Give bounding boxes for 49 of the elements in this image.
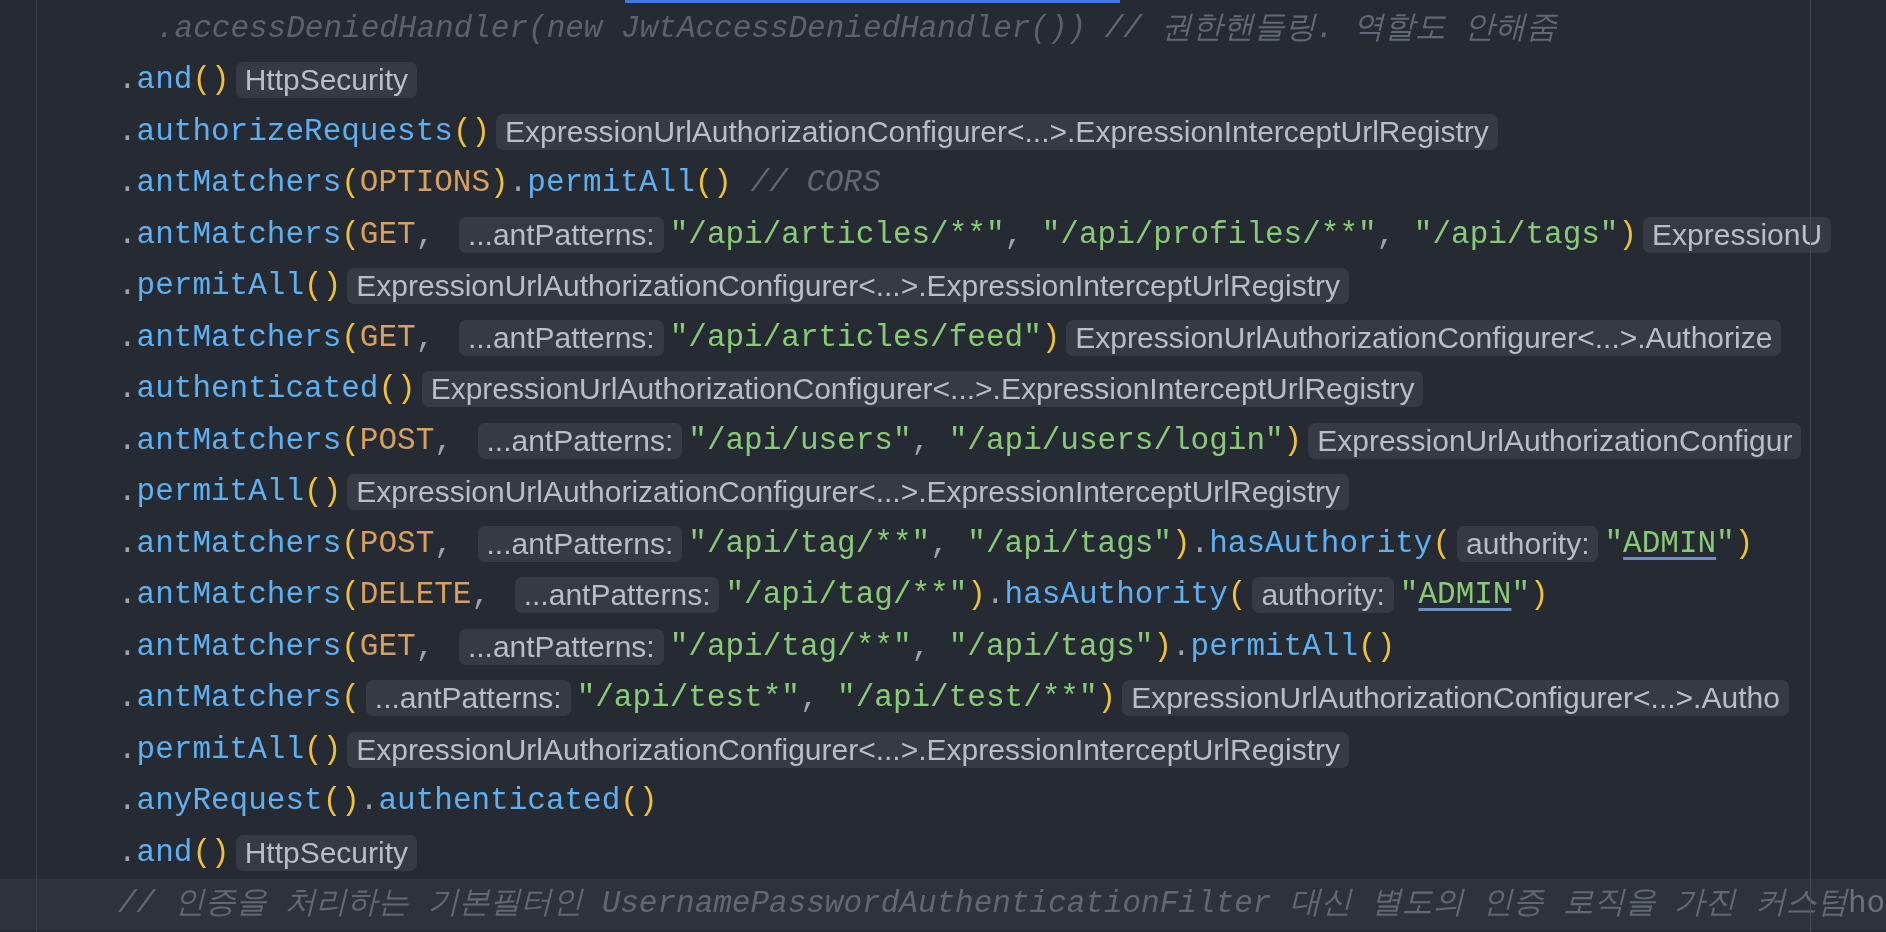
inlay-hint: ...antPatterns:: [514, 577, 720, 614]
inlay-hint: ...antPatterns:: [458, 628, 664, 665]
inlay-hint: ExpressionUrlAuthorizationConfigur: [1308, 422, 1802, 459]
inlay-hint: ...antPatterns:: [365, 680, 571, 717]
inlay-hint: ...antPatterns:: [477, 525, 683, 562]
inlay-hint: HttpSecurity: [235, 62, 418, 99]
code-text: "/api/articles/**", "/api/profiles/**", "/api/tags"): [669, 215, 1638, 254]
inlay-hint: ExpressionUrlAuthorizationConfigurer<...>.Autho: [1122, 680, 1789, 717]
code-text: "/api/tag/**").hasAuthority(: [725, 576, 1247, 614]
code-text: .and(): [118, 833, 230, 872]
code-text: .permitAll(): [118, 267, 342, 305]
inlay-hint: ...antPatterns:: [477, 422, 683, 459]
code-text: // 인증을 처리하는 기본필터인 UsernamePasswordAuthenticationFilter 대신 별도의 인증 로직을 가진: [118, 885, 1738, 923]
inlay-hint: ...antPatterns:: [458, 216, 664, 253]
code-text: 커스텀: [1754, 885, 1848, 923]
inlay-hint: ExpressionUrlAuthorizationConfigurer<...>.ExpressionInterceptUrlRegistry: [421, 371, 1424, 408]
code-text: .accessDeniedHandler(new JwtAccessDeniedHandler()) // 권한핸들링. 역할도 안해줌: [156, 9, 1558, 48]
inlay-hint: ExpressionUrlAuthorizationConfigurer<...>.ExpressionInterceptUrlRegistry: [347, 731, 1350, 768]
inlay-hint: ExpressionU: [1643, 216, 1832, 253]
code-text: .authorizeRequests(): [118, 112, 491, 151]
code-text: .authenticated(): [118, 370, 416, 408]
code-text: .antMatchers(: [118, 679, 360, 717]
code-text: "ADMIN"): [1399, 576, 1549, 614]
inlay-hint: authority:: [1457, 525, 1599, 562]
code-text: .anyRequest().authenticated(): [118, 782, 658, 820]
inlay-hint: ExpressionUrlAuthorizationConfigurer<...>.ExpressionInterceptUrlRegistry: [347, 268, 1350, 305]
code-text: .and(): [118, 61, 230, 99]
inlay-hint: ExpressionUrlAuthorizationConfigurer<...>.ExpressionInterceptUrlRegistry: [496, 113, 1498, 150]
inlay-hint: authority:: [1252, 577, 1394, 614]
inlay-hint: ExpressionUrlAuthorizationConfigurer<...>.Authorize: [1066, 319, 1782, 356]
inlay-hint: ExpressionUrlAuthorizationConfigurer<...>.ExpressionInterceptUrlRegistry: [347, 474, 1350, 511]
code-text: "/api/tag/**", "/api/tags").hasAuthority(: [688, 524, 1452, 563]
code-text: "/api/articles/feed"): [669, 318, 1061, 357]
code-text: .antMatchers(POST,: [118, 524, 454, 563]
inlay-hint: HttpSecurity: [235, 834, 418, 871]
code-text: .antMatchers(OPTIONS).permitAll() // CORS: [118, 164, 881, 202]
code-text: .antMatchers(DELETE,: [118, 576, 492, 614]
code-text: .antMatchers(GET,: [118, 318, 436, 357]
code-text: "/api/tag/**", "/api/tags").permitAll(): [669, 627, 1396, 666]
inlay-hint: ...antPatterns:: [458, 319, 664, 356]
code-text: .antMatchers(GET,: [118, 215, 436, 254]
code-text: "/api/test*", "/api/test/**"): [576, 679, 1117, 717]
code-text: .permitAll(): [118, 730, 342, 769]
code-text: .antMatchers(POST,: [118, 421, 454, 460]
code-text: "ADMIN"): [1604, 524, 1754, 563]
code-text: .permitAll(): [118, 473, 342, 511]
code-text: "/api/users", "/api/users/login"): [688, 421, 1303, 460]
code-text: .antMatchers(GET,: [118, 627, 436, 666]
code-text: ho: [1847, 885, 1886, 923]
